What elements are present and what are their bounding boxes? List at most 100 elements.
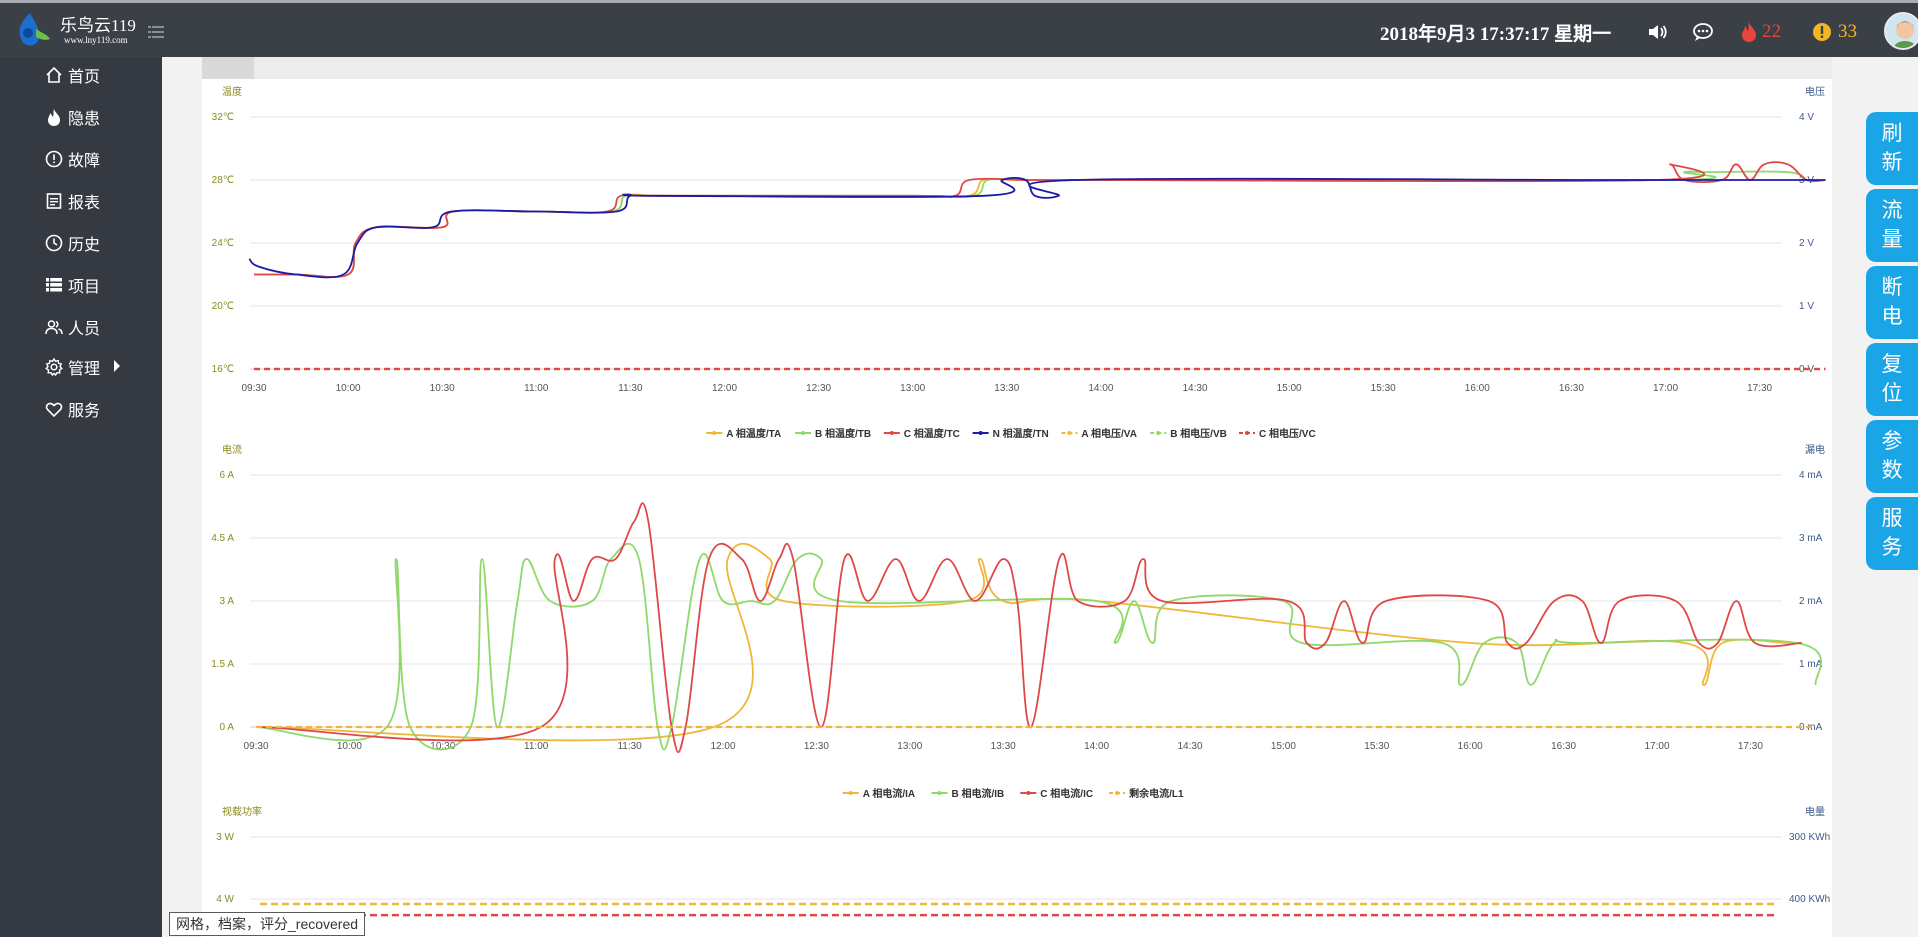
nav-item-reports[interactable]: 报表 bbox=[44, 188, 100, 214]
x-tick-label: 13:30 bbox=[994, 383, 1019, 394]
legend-marker bbox=[1026, 791, 1031, 795]
chevron-right-icon bbox=[114, 360, 120, 372]
x-tick-label: 16:00 bbox=[1458, 741, 1483, 752]
gear-icon bbox=[45, 357, 63, 377]
y-tick-label: 3 W bbox=[216, 832, 234, 843]
action-label: 流 bbox=[1881, 199, 1903, 222]
series-line bbox=[255, 542, 1822, 751]
y-axis-label: 温度 bbox=[222, 85, 242, 98]
y2-tick-label: 2 V bbox=[1799, 238, 1814, 249]
user-avatar[interactable] bbox=[1884, 12, 1918, 50]
y-tick-label: 28℃ bbox=[212, 175, 234, 186]
menu-toggle-icon[interactable] bbox=[148, 25, 164, 39]
y-axis-label: 视载功率 bbox=[222, 805, 262, 818]
nav-item-label: 故障 bbox=[68, 153, 101, 170]
y-tick-label: 0 A bbox=[220, 722, 235, 733]
action-label: 电 bbox=[1881, 305, 1903, 328]
nav-item-hazards[interactable]: 隐患 bbox=[44, 104, 100, 130]
y2-tick-label: 1 V bbox=[1799, 301, 1814, 312]
parameters-button[interactable]: 参数 bbox=[1866, 420, 1918, 493]
action-label: 位 bbox=[1881, 382, 1903, 405]
fire-alert[interactable]: 22 bbox=[1740, 20, 1781, 44]
y-tick-label: 16℃ bbox=[212, 364, 234, 375]
fire-icon bbox=[48, 109, 60, 126]
x-tick-label: 13:00 bbox=[897, 741, 922, 752]
nav-item-label: 人员 bbox=[68, 321, 101, 338]
x-tick-label: 17:30 bbox=[1747, 383, 1772, 394]
legend-entry: C 相电流/IC bbox=[1040, 787, 1093, 800]
power-off-button[interactable]: 断电 bbox=[1866, 266, 1918, 339]
series-line bbox=[248, 177, 1826, 279]
service-button[interactable]: 服务 bbox=[1866, 497, 1918, 570]
action-label: 务 bbox=[1881, 536, 1903, 559]
legend-entry: A 相电流/IA bbox=[863, 787, 915, 800]
brand-url: www.lny119.com bbox=[64, 35, 128, 45]
x-tick-label: 17:30 bbox=[1738, 741, 1763, 752]
nav-item-label: 报表 bbox=[68, 195, 101, 212]
action-label: 断 bbox=[1881, 276, 1903, 299]
nav-item-home[interactable]: 首页 bbox=[44, 62, 100, 88]
chat-icon[interactable] bbox=[1692, 22, 1714, 42]
y-tick-label: 32℃ bbox=[212, 112, 234, 123]
legend-entry: C 相温度/TC bbox=[904, 427, 960, 440]
nav-item-service[interactable]: 服务 bbox=[44, 396, 100, 422]
report-icon bbox=[46, 193, 62, 209]
project-icon bbox=[46, 278, 62, 292]
tooltip: 网格，档案，评分_recovered bbox=[169, 912, 366, 936]
x-tick-label: 12:00 bbox=[710, 741, 735, 752]
legend-entry: N 相温度/TN bbox=[993, 427, 1049, 440]
legend-marker bbox=[801, 431, 805, 435]
clock-icon bbox=[45, 234, 63, 252]
x-tick-label: 15:30 bbox=[1371, 383, 1396, 394]
x-tick-label: 12:00 bbox=[712, 383, 737, 394]
x-tick-label: 15:00 bbox=[1271, 741, 1296, 752]
nav-item-projects[interactable]: 项目 bbox=[44, 272, 100, 298]
warning-alert[interactable]: 33 bbox=[1812, 20, 1857, 44]
x-tick-label: 11:30 bbox=[618, 383, 643, 394]
y2-tick-label: 400 KWh bbox=[1789, 894, 1830, 905]
fire-alert-icon bbox=[1742, 22, 1756, 42]
legend-entry: A 相电压/VA bbox=[1081, 427, 1137, 440]
nav-item-label: 首页 bbox=[68, 69, 101, 86]
top-header: 乐鸟云119 www.lny119.com 2018年9月3 17:37:17 … bbox=[0, 0, 1918, 57]
x-tick-label: 15:00 bbox=[1277, 383, 1302, 394]
nav-item-personnel[interactable]: 人员 bbox=[44, 314, 100, 340]
y2-tick-label: 4 mA bbox=[1799, 470, 1823, 481]
y-tick-label: 4.5 A bbox=[211, 533, 234, 544]
action-label: 刷 bbox=[1881, 122, 1903, 145]
nav-item-management[interactable]: 管理 bbox=[44, 354, 120, 380]
y-tick-label: 1.5 A bbox=[211, 659, 234, 670]
action-label: 数 bbox=[1881, 459, 1903, 482]
sound-icon[interactable] bbox=[1647, 22, 1669, 42]
x-tick-label: 10:00 bbox=[337, 741, 362, 752]
reset-button[interactable]: 复位 bbox=[1866, 343, 1918, 416]
people-icon bbox=[45, 320, 63, 335]
x-tick-label: 17:00 bbox=[1644, 741, 1669, 752]
traffic-button[interactable]: 流量 bbox=[1866, 189, 1918, 262]
nav-item-faults[interactable]: 故障 bbox=[44, 146, 100, 172]
legend-marker bbox=[889, 431, 894, 435]
charts-svg: 温度 电压16℃ 0 V20℃ 1 V24℃ 2 V28℃ 3 V32℃ 4 V09:30 1… bbox=[211, 85, 1830, 917]
datetime-display: 2018年9月3 17:37:17 星期一 bbox=[1380, 24, 1612, 45]
main-content: 温度 电压 16℃ 0 V 20℃ 1 V 24℃ 2 V 28℃ 3 V 32℃ 4 V 09:30 1… bbox=[162, 57, 1918, 937]
legend-marker bbox=[1067, 431, 1072, 435]
y2-tick-label: 300 KWh bbox=[1789, 832, 1830, 843]
legend-marker bbox=[937, 791, 942, 795]
legend-marker bbox=[848, 791, 853, 795]
action-label: 参 bbox=[1881, 430, 1903, 453]
action-label: 量 bbox=[1881, 228, 1903, 251]
y2-axis-label: 电量 bbox=[1805, 805, 1825, 818]
nav-item-label: 管理 bbox=[68, 361, 101, 378]
nav-item-history[interactable]: 历史 bbox=[44, 230, 100, 256]
legend-entry: 剩余电流/L1 bbox=[1129, 787, 1184, 800]
x-tick-label: 16:00 bbox=[1465, 383, 1490, 394]
heart-icon bbox=[45, 402, 63, 418]
refresh-button[interactable]: 刷新 bbox=[1866, 112, 1918, 185]
x-tick-label: 13:30 bbox=[991, 741, 1016, 752]
legend-marker bbox=[1115, 791, 1120, 795]
action-label: 服 bbox=[1881, 507, 1903, 530]
brand-name: 乐鸟云119 bbox=[60, 16, 136, 35]
x-tick-label: 16:30 bbox=[1559, 383, 1584, 394]
legend-entry: B 相温度/TB bbox=[815, 427, 871, 440]
content-tab[interactable] bbox=[202, 57, 254, 79]
